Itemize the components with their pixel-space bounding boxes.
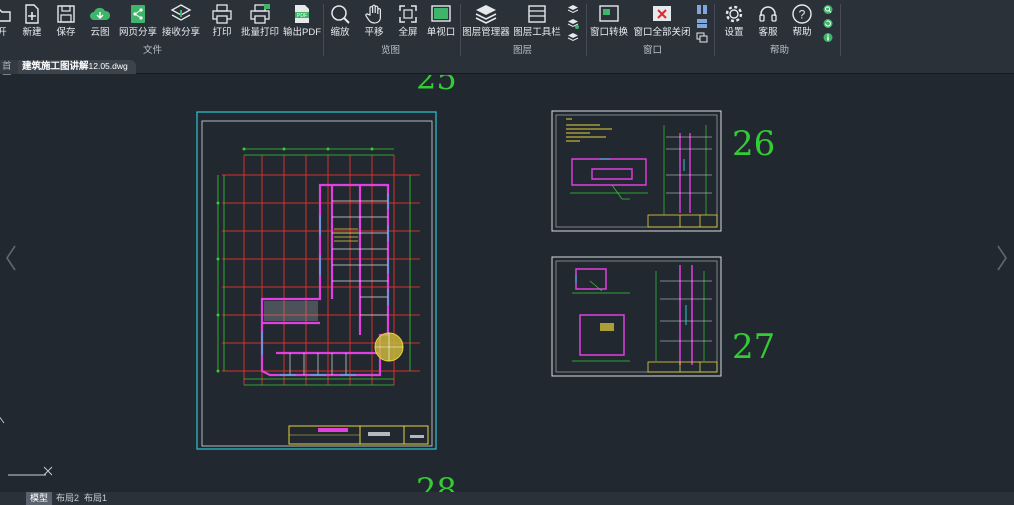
help-question-icon: ? bbox=[790, 2, 814, 26]
fullscreen-icon bbox=[396, 2, 420, 26]
cloud-button[interactable]: 云图 bbox=[86, 2, 114, 42]
help-group-label: 帮助 bbox=[770, 45, 790, 56]
tile-vertical-icon[interactable] bbox=[696, 4, 708, 15]
search-small-icon[interactable] bbox=[822, 4, 834, 15]
pdf-export-icon: PDF bbox=[290, 2, 314, 26]
tab-drawing-file[interactable]: 建筑施工图讲解12.05.dwg bbox=[18, 60, 136, 74]
view-group-label: 览图 bbox=[381, 45, 401, 56]
floor-plan-sheet bbox=[196, 111, 437, 450]
refresh-small-icon[interactable] bbox=[822, 18, 834, 29]
layout-tab-bar: 模型 布局2 布局1 bbox=[0, 492, 1014, 505]
ribbon-toolbar: 开 新建 保存 云图 网页分享 接收分享 打印 批量打印 PDF 输出PDF 文… bbox=[0, 0, 1014, 59]
fullscreen-button[interactable]: 全屏 bbox=[396, 2, 420, 42]
open-folder-icon bbox=[0, 2, 14, 26]
tab-layout-2[interactable]: 布局2 bbox=[52, 492, 83, 505]
tab-file-name: 建筑施工图讲解 bbox=[22, 61, 89, 72]
receive-share-button[interactable]: 接收分享 bbox=[162, 2, 200, 42]
info-small-icon[interactable] bbox=[822, 32, 834, 43]
zoom-button[interactable]: 缩放 bbox=[328, 2, 352, 42]
window-switch-icon bbox=[597, 2, 621, 26]
document-tab-bar: 首页 建筑施工图讲解12.05.dwg bbox=[0, 59, 1014, 85]
close-all-windows-button[interactable]: 窗口全部关闭 bbox=[634, 2, 691, 42]
svg-text:PDF: PDF bbox=[297, 13, 307, 19]
single-viewport-button[interactable]: 单视口 bbox=[426, 2, 456, 42]
help-button[interactable]: ? 帮助 bbox=[788, 2, 816, 42]
group-separator bbox=[714, 4, 715, 56]
pan-hand-icon bbox=[362, 2, 386, 26]
file-group-label: 文件 bbox=[143, 45, 163, 56]
open-button[interactable]: 开 bbox=[0, 2, 12, 42]
detail-sheet-26 bbox=[551, 110, 722, 232]
page-number-27: 27 bbox=[732, 327, 775, 367]
save-button[interactable]: 保存 bbox=[54, 2, 78, 42]
settings-gear-icon bbox=[722, 2, 746, 26]
receive-share-icon bbox=[169, 2, 193, 26]
cad-drawing: 25 26 27 28 bbox=[0, 75, 775, 492]
layer-small-icon[interactable] bbox=[567, 18, 579, 29]
cascade-windows-icon[interactable] bbox=[696, 32, 708, 43]
layer-manager-icon bbox=[474, 2, 498, 26]
detail-sheet-27 bbox=[551, 256, 722, 377]
settings-button[interactable]: 设置 bbox=[720, 2, 748, 42]
ucs-axis-icon bbox=[0, 416, 53, 476]
tab-model[interactable]: 模型 bbox=[26, 492, 53, 505]
layer-toolbar-button[interactable]: 图层工具栏 bbox=[513, 2, 561, 42]
tab-home[interactable]: 首页 bbox=[0, 60, 18, 85]
batch-print-button[interactable]: 批量打印 bbox=[241, 2, 279, 42]
customer-service-button[interactable]: 客服 bbox=[754, 2, 782, 42]
window-switch-button[interactable]: 窗口转换 bbox=[590, 2, 628, 42]
page-number-28: 28 bbox=[416, 471, 457, 492]
group-separator bbox=[840, 4, 841, 56]
zoom-icon bbox=[328, 2, 352, 26]
headset-icon bbox=[756, 2, 780, 26]
window-group-label: 窗口 bbox=[643, 45, 663, 56]
group-separator bbox=[586, 4, 587, 56]
web-share-button[interactable]: 网页分享 bbox=[119, 2, 157, 42]
print-button[interactable]: 打印 bbox=[210, 2, 234, 42]
group-separator bbox=[323, 4, 324, 56]
batch-print-icon bbox=[248, 2, 272, 26]
share-icon bbox=[126, 2, 150, 26]
tab-file-extension: 12.05.dwg bbox=[88, 61, 128, 71]
tab-layout-1[interactable]: 布局1 bbox=[80, 492, 111, 505]
drawing-canvas[interactable]: 25 26 27 28 bbox=[0, 75, 1014, 492]
layer-toolbar-icon bbox=[525, 2, 549, 26]
svg-text:?: ? bbox=[799, 8, 806, 22]
layer-group-label: 图层 bbox=[513, 45, 533, 56]
print-icon bbox=[210, 2, 234, 26]
export-pdf-button[interactable]: PDF 输出PDF bbox=[283, 2, 321, 42]
layer-small-icon[interactable] bbox=[567, 4, 579, 15]
single-viewport-icon bbox=[429, 2, 453, 26]
layer-manager-button[interactable]: 图层管理器 bbox=[462, 2, 510, 42]
next-page-arrow-icon[interactable] bbox=[995, 243, 1009, 273]
save-icon bbox=[54, 2, 78, 26]
cloud-icon bbox=[88, 2, 112, 26]
group-separator bbox=[460, 4, 461, 56]
close-all-windows-icon bbox=[650, 2, 674, 26]
new-button[interactable]: 新建 bbox=[20, 2, 44, 42]
previous-page-arrow-icon[interactable] bbox=[4, 243, 18, 273]
pan-button[interactable]: 平移 bbox=[362, 2, 386, 42]
tile-horizontal-icon[interactable] bbox=[696, 18, 708, 29]
page-number-26: 26 bbox=[732, 124, 775, 164]
page-number-25: 25 bbox=[416, 75, 457, 97]
new-file-icon bbox=[20, 2, 44, 26]
layer-small-icon[interactable] bbox=[567, 32, 579, 43]
